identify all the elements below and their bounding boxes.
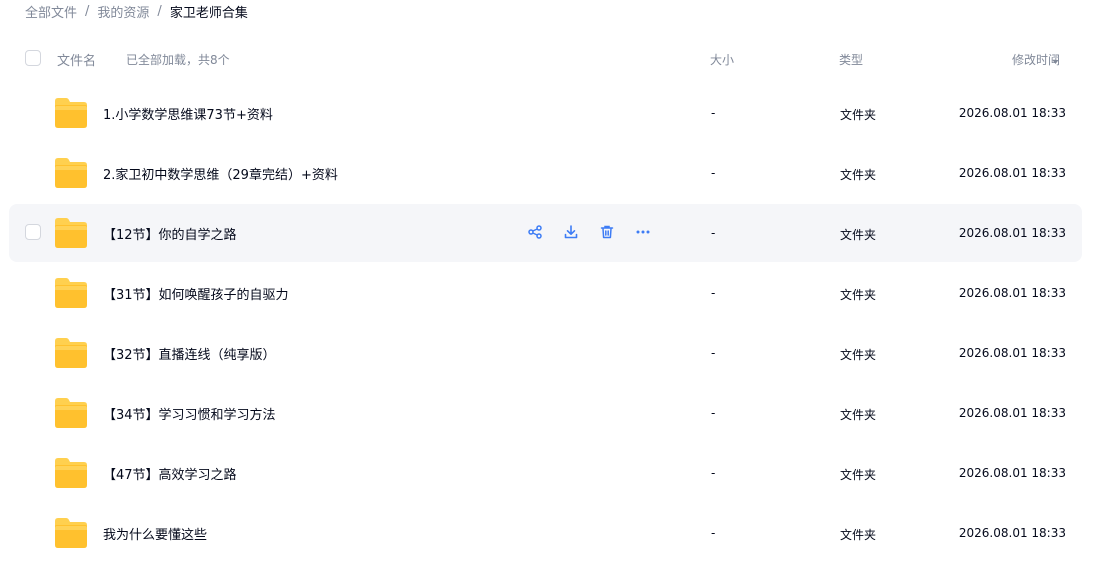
folder-icon <box>55 338 87 368</box>
more-button[interactable] <box>629 218 657 246</box>
file-type: 文件夹 <box>840 228 877 242</box>
sort-icon[interactable] <box>1052 53 1059 65</box>
file-type: 文件夹 <box>840 408 877 422</box>
more-icon <box>636 230 650 234</box>
file-modified-time: 2026.08.01 18:33 <box>958 226 1066 240</box>
file-type: 文件夹 <box>840 348 877 362</box>
breadcrumb-current-folder: 家卫老师合集 <box>169 5 248 21</box>
file-name[interactable]: 【12节】你的自学之路 <box>103 224 237 243</box>
file-row[interactable]: 【34节】学习习惯和学习方法 - 文件夹 2026.08.01 18:33 <box>9 384 1082 442</box>
file-name[interactable]: 【32节】直播连线（纯享版） <box>103 344 276 363</box>
row-actions <box>517 216 661 248</box>
file-size: - <box>711 346 716 360</box>
download-icon <box>564 225 578 239</box>
file-name[interactable]: 2.家卫初中数学思维（29章完结）+资料 <box>103 164 338 183</box>
file-size: - <box>711 286 716 300</box>
file-row[interactable]: 2.家卫初中数学思维（29章完结）+资料 - 文件夹 2026.08.01 18… <box>9 144 1082 202</box>
column-header-size[interactable]: 大小 <box>710 51 734 68</box>
breadcrumb-my-resources[interactable]: 我的资源 <box>97 2 149 21</box>
folder-icon <box>55 278 87 308</box>
file-size: - <box>711 106 716 120</box>
file-row[interactable]: 【32节】直播连线（纯享版） - 文件夹 2026.08.01 18:33 <box>9 324 1082 382</box>
folder-icon <box>55 398 87 428</box>
column-header-type[interactable]: 类型 <box>839 51 863 68</box>
folder-icon <box>55 218 87 248</box>
breadcrumb-all-files[interactable]: 全部文件 <box>25 2 77 21</box>
folder-icon <box>55 98 87 128</box>
row-checkbox[interactable] <box>25 224 41 240</box>
file-type: 文件夹 <box>840 468 877 482</box>
select-all-checkbox[interactable] <box>25 50 41 66</box>
delete-icon <box>600 225 614 239</box>
loaded-count-text: 已全部加载，共8个 <box>126 53 230 67</box>
download-button[interactable] <box>557 218 585 246</box>
file-row[interactable]: 【12节】你的自学之路 - 文件夹 2026.08.01 18:33 <box>9 204 1082 262</box>
file-name[interactable]: 我为什么要懂这些 <box>103 524 207 543</box>
folder-icon <box>55 458 87 488</box>
file-type: 文件夹 <box>840 528 877 542</box>
delete-button[interactable] <box>593 218 621 246</box>
file-type: 文件夹 <box>840 288 877 302</box>
file-size: - <box>711 226 716 240</box>
file-row[interactable]: 【47节】高效学习之路 - 文件夹 2026.08.01 18:33 <box>9 444 1082 502</box>
column-header-name[interactable]: 文件名 <box>57 50 96 69</box>
file-modified-time: 2026.08.01 18:33 <box>958 286 1066 300</box>
share-button[interactable] <box>521 218 549 246</box>
file-row[interactable]: 我为什么要懂这些 - 文件夹 2026.08.01 18:33 <box>9 504 1082 562</box>
file-name[interactable]: 【47节】高效学习之路 <box>103 464 237 483</box>
file-list-header: 文件名 已全部加载，共8个 大小 类型 修改时间 <box>0 42 1102 76</box>
file-modified-time: 2026.08.01 18:33 <box>958 346 1066 360</box>
file-modified-time: 2026.08.01 18:33 <box>958 526 1066 540</box>
file-size: - <box>711 406 716 420</box>
file-row[interactable]: 【31节】如何唤醒孩子的自驱力 - 文件夹 2026.08.01 18:33 <box>9 264 1082 322</box>
file-modified-time: 2026.08.01 18:33 <box>958 466 1066 480</box>
file-row[interactable]: 1.小学数学思维课73节+资料 - 文件夹 2026.08.01 18:33 <box>9 84 1082 142</box>
folder-icon <box>55 158 87 188</box>
breadcrumb-separator: / <box>85 3 90 19</box>
file-size: - <box>711 466 716 480</box>
file-type: 文件夹 <box>840 168 877 182</box>
file-name[interactable]: 【34节】学习习惯和学习方法 <box>103 404 276 423</box>
file-type: 文件夹 <box>840 108 877 122</box>
share-icon <box>528 225 542 239</box>
file-name[interactable]: 【31节】如何唤醒孩子的自驱力 <box>103 284 289 303</box>
file-modified-time: 2026.08.01 18:33 <box>958 106 1066 120</box>
file-modified-time: 2026.08.01 18:33 <box>958 406 1066 420</box>
file-size: - <box>711 526 716 540</box>
file-modified-time: 2026.08.01 18:33 <box>958 166 1066 180</box>
breadcrumb: 全部文件 / 我的资源 / 家卫老师合集 <box>25 2 248 21</box>
file-name[interactable]: 1.小学数学思维课73节+资料 <box>103 104 273 123</box>
file-size: - <box>711 166 716 180</box>
folder-icon <box>55 518 87 548</box>
breadcrumb-separator: / <box>157 3 162 19</box>
